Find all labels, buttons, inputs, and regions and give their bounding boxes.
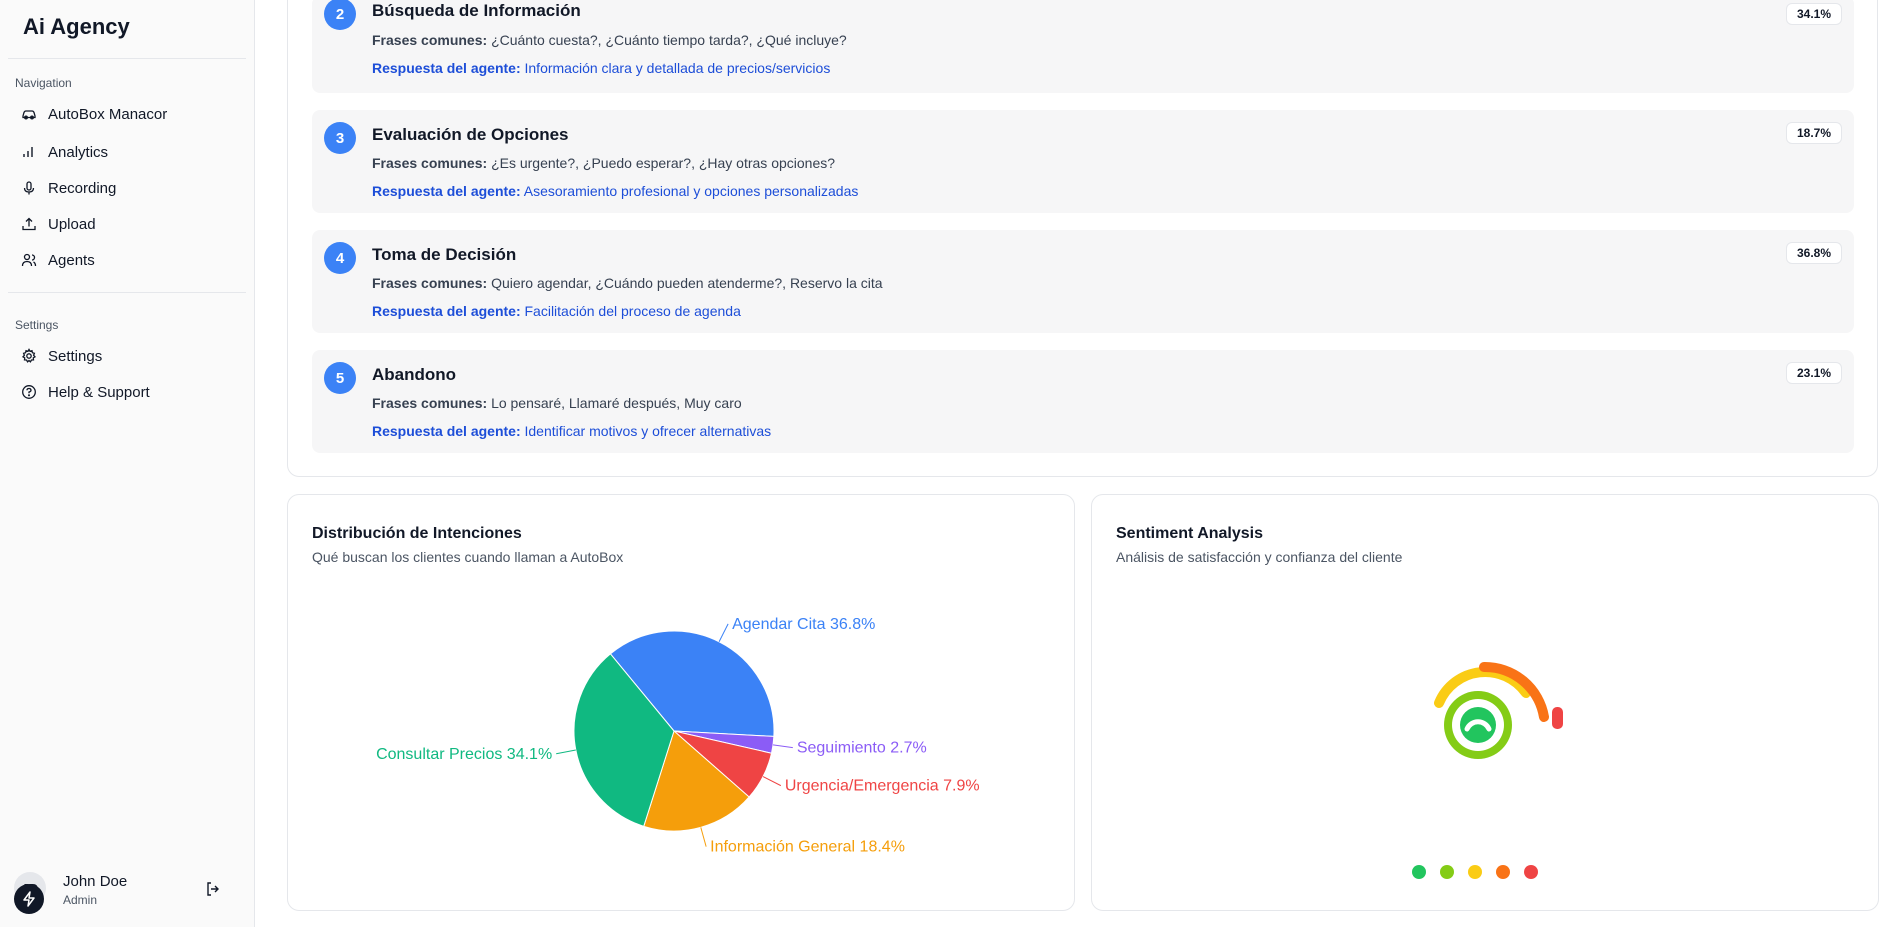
settings-group-label: Settings xyxy=(15,318,59,332)
stage-percentage-badge: 18.7% xyxy=(1785,122,1842,144)
stage-title: Evaluación de Opciones xyxy=(372,125,569,144)
intent-pie-chart: Agendar Cita 36.8% Seguimiento 2.7% Urgenc… xyxy=(376,616,980,856)
sidebar-item-label: Recording xyxy=(48,179,117,197)
sentiment-dot xyxy=(1524,865,1538,879)
sidebar-item-label: Upload xyxy=(48,215,96,233)
sentiment-analysis-panel: Sentiment Analysis Análisis de satisfacc… xyxy=(1091,494,1879,911)
user-name: John Doe xyxy=(63,873,128,890)
stage-percentage-badge: 34.1% xyxy=(1785,3,1842,25)
stage-item: 5 Abandono Frases comunes: Lo pensaré, L… xyxy=(312,350,1854,453)
pie-slice-label: Información General 18.4% xyxy=(710,839,905,856)
gear-icon xyxy=(20,347,38,365)
stage-percentage-badge: 23.1% xyxy=(1785,362,1842,384)
sentiment-dot xyxy=(1468,865,1482,879)
brand-title: Ai Agency xyxy=(23,14,130,39)
pie-label-leader xyxy=(700,827,707,847)
stage-phrases: Frases comunes: ¿Es urgente?, ¿Puedo esp… xyxy=(372,155,836,171)
navigation-group-label: Navigation xyxy=(15,76,72,90)
stage-phrases: Frases comunes: Quiero agendar, ¿Cuándo … xyxy=(372,275,883,291)
stage-agent-response: Respuesta del agente: Identificar motivo… xyxy=(372,423,772,439)
stage-phrases: Frases comunes: ¿Cuánto cuesta?, ¿Cuánto… xyxy=(372,32,847,48)
stage-number: 2 xyxy=(324,0,356,30)
sidebar-item-label: Analytics xyxy=(48,143,109,161)
stage-phrases: Frases comunes: Lo pensaré, Llamaré desp… xyxy=(372,395,742,411)
sentiment-scale-dots xyxy=(1412,865,1538,879)
pie-label-leader xyxy=(772,744,793,749)
upload-icon xyxy=(20,215,38,233)
bar-chart-icon xyxy=(20,143,38,161)
stage-item: 3 Evaluación de Opciones Frases comunes:… xyxy=(312,110,1854,213)
sidebar-item-settings[interactable]: Settings xyxy=(8,340,246,372)
stage-number: 4 xyxy=(324,242,356,274)
pie-slice-label: Seguimiento 2.7% xyxy=(797,740,927,757)
stage-percentage-badge: 36.8% xyxy=(1785,242,1842,264)
sidebar-item-autobox-manacor[interactable]: AutoBox Manacor xyxy=(8,98,246,130)
sidebar-divider xyxy=(8,58,246,59)
microphone-icon xyxy=(20,179,38,197)
stage-agent-response: Respuesta del agente: Asesoramiento prof… xyxy=(372,183,859,199)
sidebar-item-agents[interactable]: Agents xyxy=(8,244,246,276)
logout-icon[interactable] xyxy=(204,880,224,900)
stage-title: Abandono xyxy=(372,365,457,384)
stage-title: Toma de Decisión xyxy=(372,245,517,264)
car-icon xyxy=(20,105,38,123)
panel-subtitle: Qué buscan los clientes cuando llaman a … xyxy=(312,549,624,565)
pie-label-leader xyxy=(556,749,576,755)
sidebar-item-label: Settings xyxy=(48,347,103,365)
panel-title: Distribución de Intenciones xyxy=(312,525,522,542)
stage-agent-response: Respuesta del agente: Facilitación del p… xyxy=(372,303,741,319)
sentiment-gauge-illustration xyxy=(1434,661,1563,759)
sidebar-item-upload[interactable]: Upload xyxy=(8,208,246,240)
stage-title: Búsqueda de Información xyxy=(372,1,581,20)
sidebar-item-label: AutoBox Manacor xyxy=(48,105,168,123)
sidebar-item-label: Agents xyxy=(48,251,95,269)
panel-subtitle: Análisis de satisfacción y confianza del… xyxy=(1116,549,1403,565)
stage-item: 4 Toma de Decisión Frases comunes: Quier… xyxy=(312,230,1854,333)
sentiment-dot xyxy=(1496,865,1510,879)
users-icon xyxy=(20,251,38,269)
sidebar-divider xyxy=(8,292,246,293)
pie-label-leader xyxy=(718,623,729,642)
stage-number: 3 xyxy=(324,122,356,154)
sidebar-item-label: Help & Support xyxy=(48,383,150,401)
sidebar-item-analytics[interactable]: Analytics xyxy=(8,136,246,168)
stage-agent-response: Respuesta del agente: Información clara … xyxy=(372,60,831,76)
sidebar-item-help-support[interactable]: Help & Support xyxy=(8,376,246,408)
sentiment-dot xyxy=(1440,865,1454,879)
pie-label-leader xyxy=(762,776,782,787)
sentiment-dot xyxy=(1412,865,1426,879)
sidebar: Ai Agency Navigation AutoBox Manacor Ana… xyxy=(0,0,255,927)
pie-slice-label: Urgencia/Emergencia 7.9% xyxy=(785,778,980,795)
help-circle-icon xyxy=(20,383,38,401)
panel-title: Sentiment Analysis xyxy=(1116,525,1264,542)
sidebar-item-recording[interactable]: Recording xyxy=(8,172,246,204)
intent-distribution-panel: Distribución de Intenciones Qué buscan l… xyxy=(287,494,1075,911)
user-profile: JD John Doe Admin xyxy=(14,868,246,914)
pie-slice-label: Consultar Precios 34.1% xyxy=(376,746,552,763)
stage-number: 5 xyxy=(324,362,356,394)
pie-slice-label: Agendar Cita 36.8% xyxy=(732,616,875,633)
user-role: Admin xyxy=(63,893,98,907)
bolt-icon[interactable] xyxy=(14,884,44,914)
stage-item: 2 Búsqueda de Información Frases comunes… xyxy=(312,0,1854,93)
